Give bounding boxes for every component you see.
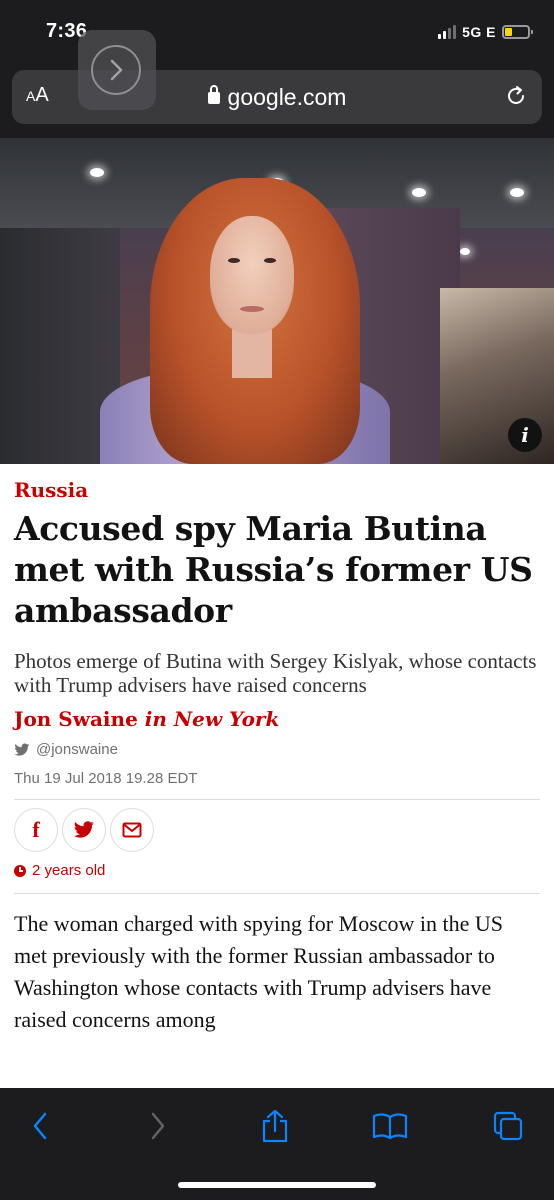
publish-date: Thu 19 Jul 2018 19.28 EDT [14,770,198,787]
share-icon [262,1109,288,1143]
article-standfirst: Photos emerge of Butina with Sergey Kisl… [14,649,537,697]
facebook-share-button[interactable]: f [14,808,58,852]
web-content: i Russia Accused spy Maria Butina met wi… [0,138,554,1088]
twitter-share-button[interactable] [62,808,106,852]
divider [14,893,540,894]
article-paragraph: The woman charged with spying for Moscow… [14,911,504,1032]
back-button[interactable] [20,1108,60,1144]
author-link[interactable]: Jon Swaine [14,707,138,731]
tabs-button[interactable] [488,1108,528,1144]
bookmarks-button[interactable] [370,1108,410,1144]
chevron-right-icon [110,59,123,81]
author-twitter[interactable]: @jonswaine [14,741,540,758]
tabs-icon [493,1111,523,1141]
network-type: 5G E [462,24,496,40]
email-share-button[interactable] [110,808,154,852]
image-info-button[interactable]: i [508,418,542,452]
forward-button[interactable] [138,1108,178,1144]
lock-icon [207,85,220,104]
article-headline: Accused spy Maria Butina met with Russia… [14,509,533,630]
reload-icon[interactable] [504,84,528,108]
divider [14,799,540,800]
share-button[interactable] [255,1108,295,1144]
chevron-left-icon [33,1112,47,1140]
article-age-label: 2 years old [32,862,106,879]
battery-fill [505,28,512,36]
twitter-icon [14,743,30,756]
byline-location: in New York [144,707,280,731]
twitter-handle: @jonswaine [36,741,118,758]
article-hero-image: i [0,138,554,464]
home-indicator [178,1182,376,1188]
clock-icon [14,864,26,877]
twitter-icon [73,821,94,838]
share-buttons: f [14,808,540,852]
url-text: google.com [227,84,347,110]
status-indicators: 5G E [438,20,533,44]
book-icon [372,1113,408,1140]
article-age-warning: 2 years old [14,862,540,879]
battery-icon [502,25,533,39]
facebook-icon: f [32,817,40,842]
byline: Jon Swaine in New York [14,707,540,731]
section-tag[interactable]: Russia [14,478,540,502]
envelope-icon [122,822,142,838]
chevron-right-icon [151,1112,165,1140]
article-body: Russia Accused spy Maria Butina met with… [0,478,554,1036]
cellular-signal-icon [438,25,457,39]
forward-swipe-overlay[interactable] [78,30,156,110]
